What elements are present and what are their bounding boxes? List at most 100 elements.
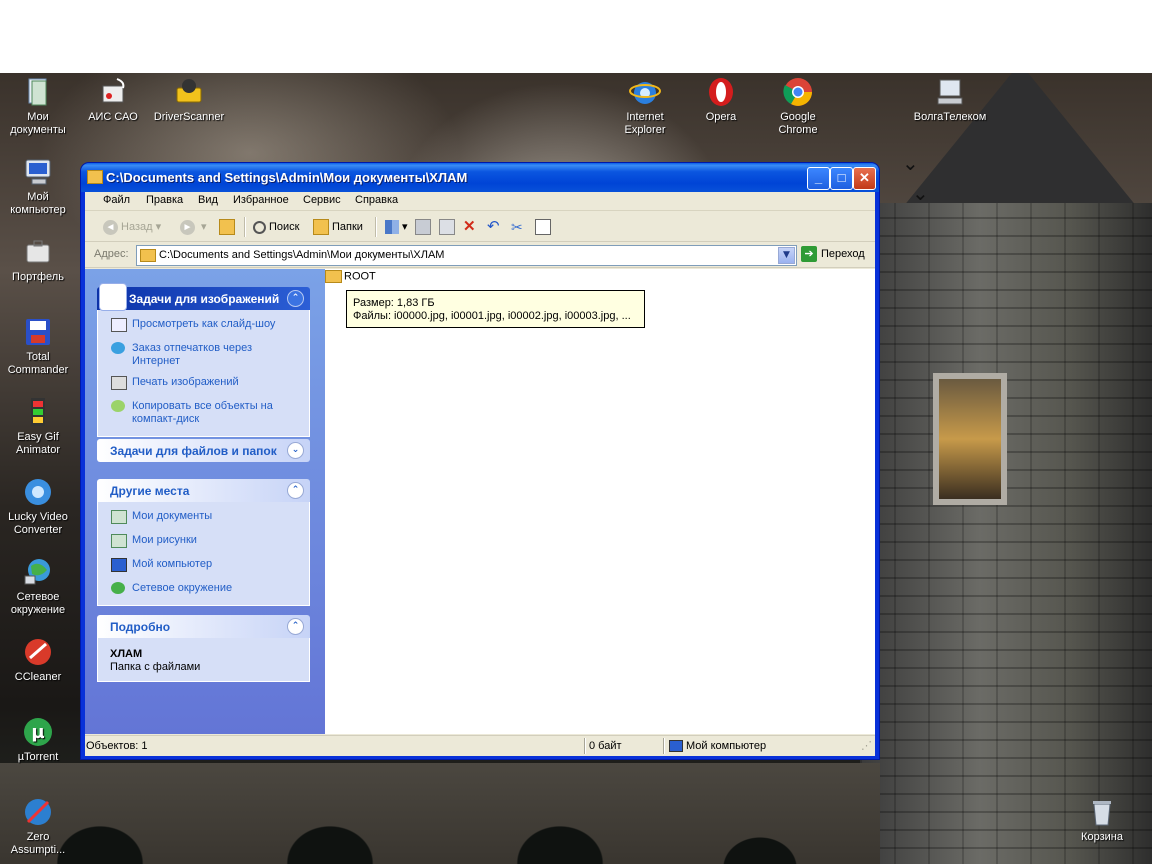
desktop-icon-recycle-bin[interactable]: Корзина [1064, 796, 1140, 844]
folders-icon [313, 219, 329, 236]
menu-file[interactable]: Файл [103, 194, 130, 206]
utorrent-icon: µ [24, 718, 52, 746]
window-client-area: Файл Правка Вид Избранное Сервис Справка… [85, 192, 875, 756]
desktop-icon-lucky-video-converter[interactable]: Lucky Video Converter [0, 476, 76, 537]
link-label: Копировать все объекты на компакт-диск [132, 400, 273, 425]
slideshow-link[interactable]: Просмотреть как слайд-шоу [98, 316, 309, 333]
folders-button[interactable]: Папки [313, 218, 363, 236]
desktop-icon-label: АИС САО [88, 111, 138, 123]
desktop-icon-my-documents[interactable]: Мои документы [0, 76, 76, 137]
cut-button[interactable]: ✂ [511, 218, 523, 236]
other-places-header[interactable]: Другие места ⌃ [97, 479, 310, 502]
other-places-title: Другие места [110, 484, 190, 498]
desktop-icon-volgatelecom[interactable]: ВолгаТелеком [906, 76, 994, 124]
desktop-icon-label: µTorrent [17, 751, 59, 763]
copy-to-cd-link[interactable]: Копировать все объекты на компакт-диск [98, 398, 309, 428]
status-bar: Объектов: 1 0 байт Мой компьютер ⋰ [85, 735, 875, 756]
desktop-icon-google-chrome[interactable]: Google Chrome [760, 76, 836, 137]
desktop-icon-easy-gif-animator[interactable]: Easy Gif Animator [0, 396, 76, 457]
expand-icon[interactable]: ⌄ [287, 442, 304, 459]
image-tasks-body: Просмотреть как слайд-шоу Заказ отпечатк… [97, 310, 310, 437]
tower-decoration [860, 203, 1152, 864]
minimize-button[interactable]: _ [807, 167, 830, 190]
copy-to-button[interactable] [439, 218, 458, 236]
my-computer-link[interactable]: Мой компьютер [98, 556, 309, 573]
details-header[interactable]: Подробно ⌃ [97, 615, 310, 638]
status-separator [584, 738, 586, 754]
back-arrow-icon: ◄ [103, 219, 118, 235]
desktop-icon-label: Opera [705, 111, 737, 123]
properties-icon [535, 219, 551, 236]
address-bar: Адрес: C:\Documents and Settings\Admin\М… [85, 243, 875, 268]
desktop-icon-driverscanner[interactable]: DriverScanner [151, 76, 227, 124]
my-pictures-link[interactable]: Мои рисунки [98, 532, 309, 549]
image-tasks-header[interactable]: Задачи для изображений ⌃ [97, 283, 310, 311]
window-title: C:\Documents and Settings\Admin\Мои доку… [106, 170, 468, 185]
desktop-icon-network-places[interactable]: Сетевое окружение [0, 556, 76, 617]
desktop-icon-briefcase[interactable]: Портфель [0, 236, 76, 284]
close-button[interactable]: ✕ [853, 167, 876, 190]
menu-favorites[interactable]: Избранное [233, 194, 289, 206]
status-size: 0 байт [589, 740, 622, 752]
undo-icon: ↶ [487, 218, 500, 235]
file-list-area[interactable]: ROOT Размер: 1,83 ГБ Файлы: i00000.jpg, … [325, 269, 875, 734]
link-label: Заказ отпечатков через Интернет [132, 342, 253, 367]
toolbar-separator [244, 217, 246, 237]
properties-button[interactable] [535, 218, 554, 236]
folder-tooltip: Размер: 1,83 ГБ Файлы: i00000.jpg, i0000… [346, 290, 645, 328]
folder-item[interactable]: ROOT [325, 270, 376, 283]
resize-grip[interactable]: ⋰ [861, 739, 872, 752]
desktop-icon-zero-assumption[interactable]: Zero Assumpti... [0, 796, 76, 857]
go-button[interactable]: ➔ Переход [801, 246, 865, 262]
collapse-icon[interactable]: ⌃ [287, 618, 304, 635]
desktop-icon-internet-explorer[interactable]: Internet Explorer [607, 76, 683, 137]
undo-button[interactable]: ↶ [487, 218, 500, 236]
tower-window-decoration [933, 373, 1007, 505]
back-button[interactable]: ◄ Назад ▾ [103, 218, 161, 236]
menu-view[interactable]: Вид [198, 194, 218, 206]
desktop-icon-my-computer[interactable]: Мой компьютер [0, 156, 76, 217]
collapse-icon[interactable]: ⌃ [287, 482, 304, 499]
title-bar[interactable]: C:\Documents and Settings\Admin\Мои доку… [81, 163, 879, 192]
address-input[interactable]: C:\Documents and Settings\Admin\Мои доку… [136, 245, 797, 266]
desktop-icon-opera[interactable]: Opera [683, 76, 759, 124]
collapse-icon[interactable]: ⌃ [287, 290, 304, 307]
desktop-icon-ais-sao[interactable]: АИС САО [75, 76, 151, 124]
network-places-link[interactable]: Сетевое окружение [98, 580, 309, 597]
menu-help[interactable]: Справка [355, 194, 398, 206]
desktop-icon-utorrent[interactable]: µ µTorrent [0, 716, 76, 764]
views-button[interactable]: ▾ [385, 218, 408, 236]
delete-button[interactable]: ✕ [463, 218, 476, 236]
menu-tools[interactable]: Сервис [303, 194, 341, 206]
order-prints-icon [111, 342, 125, 354]
task-pane: Задачи для изображений ⌃ Просмотреть как… [85, 269, 325, 734]
details-title: Подробно [110, 620, 171, 634]
print-link[interactable]: Печать изображений [98, 374, 309, 391]
link-label: Мой компьютер [132, 558, 213, 570]
my-documents-link[interactable]: Мои документы [98, 508, 309, 525]
search-button[interactable]: Поиск [253, 218, 299, 236]
ccleaner-icon [25, 639, 51, 665]
my-documents-icon [111, 510, 127, 524]
menu-edit[interactable]: Правка [146, 194, 183, 206]
order-prints-link[interactable]: Заказ отпечатков через Интернет [98, 340, 309, 370]
scissors-icon: ✂ [511, 219, 523, 235]
up-folder-button[interactable] [219, 218, 238, 236]
go-label: Переход [821, 247, 865, 260]
briefcase-icon [26, 240, 50, 263]
forward-button[interactable]: ► ▾ [180, 218, 207, 236]
details-name: ХЛАМ [110, 648, 143, 660]
desktop-icon-total-commander[interactable]: Total Commander [0, 316, 76, 377]
address-label: Адрес: [94, 248, 129, 260]
print-icon [111, 376, 127, 390]
maximize-button[interactable]: □ [830, 167, 853, 190]
chevron-down-icon[interactable]: ▼ [778, 247, 795, 264]
google-chrome-icon [783, 78, 812, 106]
file-tasks-header[interactable]: Задачи для файлов и папок ⌄ [97, 439, 310, 462]
volgatelecom-icon [937, 79, 963, 105]
toolbar: ◄ Назад ▾ ► ▾ Поиск Папки ▾ ✕ ↶ ✂ [85, 213, 875, 242]
desktop-icon-ccleaner[interactable]: CCleaner [0, 636, 76, 684]
network-places-icon [24, 559, 50, 585]
my-computer-icon [111, 558, 127, 572]
move-to-button[interactable] [415, 218, 434, 236]
